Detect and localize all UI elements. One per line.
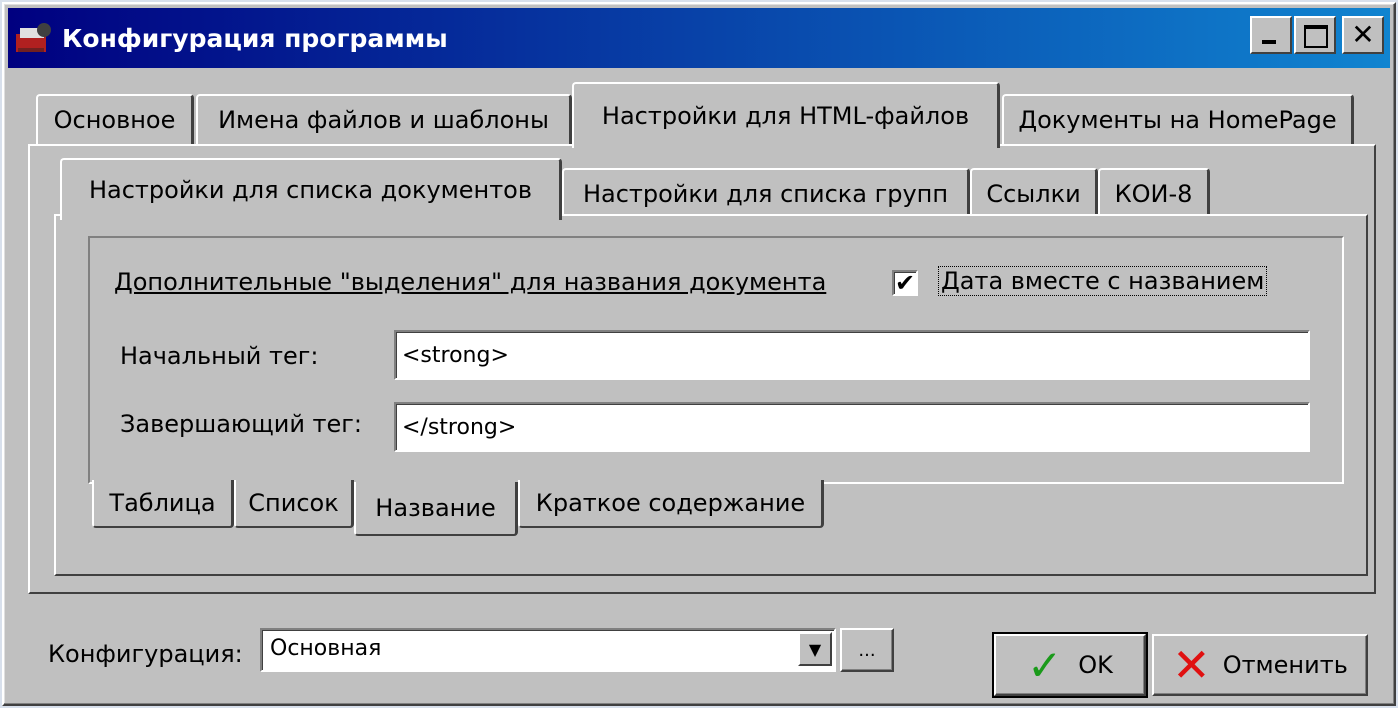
cancel-x-icon: ✕ [1172,638,1211,692]
tab-links[interactable]: Ссылки [970,168,1098,218]
tab-basic[interactable]: Основное [36,94,194,144]
tab-homepage-docs[interactable]: Документы на HomePage [1002,94,1354,144]
tab-list[interactable]: Список [234,480,354,528]
app-icon [12,18,56,58]
tab-koi8[interactable]: КОИ-8 [1098,168,1210,218]
tab-label: Название [375,494,496,522]
title-settings-panel: Дополнительные "выделения" для названия … [88,236,1344,484]
maximize-icon [1304,25,1328,48]
maximize-button[interactable] [1294,16,1336,54]
end-tag-input[interactable] [394,402,1310,452]
tab-label: Краткое содержание [535,489,806,517]
end-tag-label: Завершающий тег: [120,410,362,438]
browse-label: ... [858,639,876,661]
tab-label: Документы на HomePage [1018,106,1337,134]
chevron-down-icon: ▼ [808,639,822,659]
tab-label: Ссылки [986,180,1081,208]
date-with-title-checkbox[interactable]: ✔ [892,270,918,296]
config-dialog: Конфигурация программы ✕ Основное Имена … [2,2,1396,706]
tab-group-list-settings[interactable]: Настройки для списка групп [562,168,970,218]
tab-label: Список [248,489,339,517]
title-bar[interactable]: Конфигурация программы ✕ [8,8,1390,68]
start-tag-label: Начальный тег: [120,342,319,370]
tab-title[interactable]: Название [354,482,518,536]
tab-label: Таблица [109,489,216,517]
start-tag-input[interactable] [394,330,1310,380]
cancel-button[interactable]: ✕ Отменить [1152,634,1368,696]
minimize-button[interactable] [1250,16,1292,54]
close-button[interactable]: ✕ [1342,16,1384,54]
configuration-combo[interactable]: Основная ▼ [260,628,836,672]
minimize-icon [1262,40,1276,44]
tab-label: Настройки для списка групп [582,180,949,208]
browse-config-button[interactable]: ... [840,628,894,672]
checkmark-icon: ✓ [1027,640,1063,690]
tab-file-names[interactable]: Имена файлов и шаблоны [196,94,572,144]
cancel-label: Отменить [1222,651,1348,679]
ok-button[interactable]: ✓ OK [992,632,1148,698]
tab-html-settings[interactable]: Настройки для HTML-файлов [572,82,1000,148]
tab-table[interactable]: Таблица [92,480,234,528]
date-with-title-label[interactable]: Дата вместе с названием [938,266,1268,296]
configuration-value: Основная [270,636,382,661]
tab-label: Настройки для HTML-файлов [601,102,970,130]
tab-label: Основное [53,106,176,134]
window-title: Конфигурация программы [62,23,448,53]
highlight-heading: Дополнительные "выделения" для названия … [114,268,827,296]
tab-doc-list-settings[interactable]: Настройки для списка документов [60,158,562,220]
tab-summary[interactable]: Краткое содержание [518,480,824,528]
tab-label: Настройки для списка документов [88,176,533,204]
tab-label: Имена файлов и шаблоны [218,106,549,134]
tab-label: КОИ-8 [1114,180,1193,208]
configuration-label: Конфигурация: [48,640,243,668]
ok-label: OK [1078,651,1113,679]
dropdown-arrow-button[interactable]: ▼ [798,632,832,666]
close-icon: ✕ [1351,18,1375,51]
